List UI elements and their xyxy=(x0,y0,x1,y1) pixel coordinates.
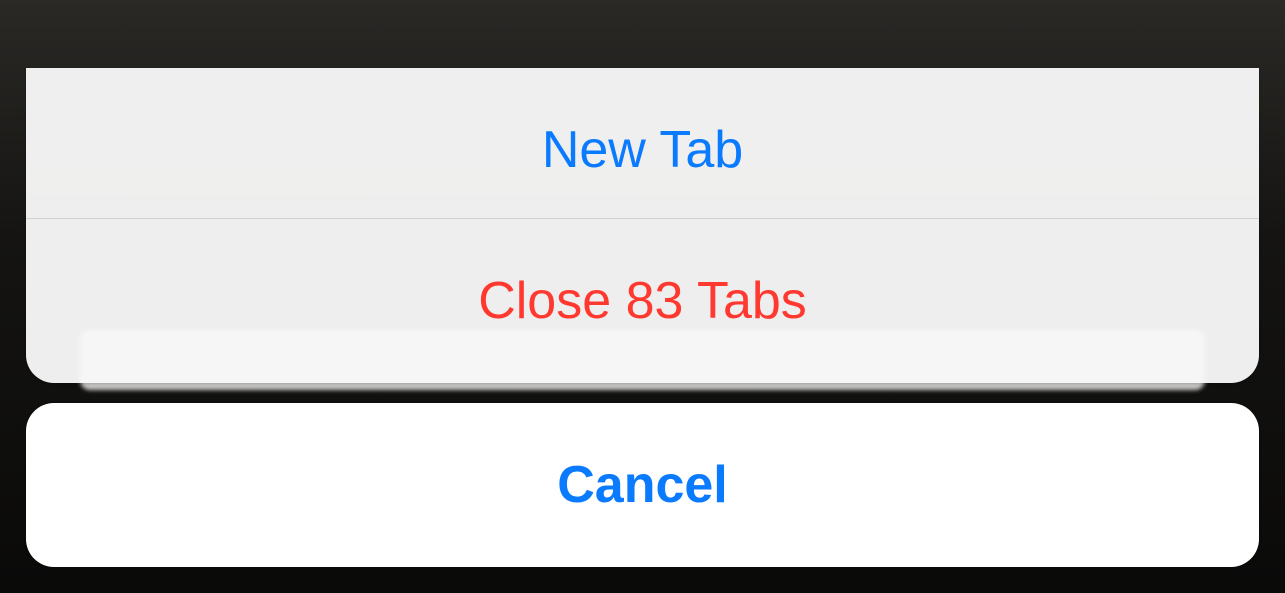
cancel-button[interactable]: Cancel xyxy=(26,403,1259,567)
action-sheet: New Tab Close 83 Tabs Cancel xyxy=(26,0,1259,593)
new-tab-button[interactable]: New Tab xyxy=(26,68,1259,218)
cancel-group: Cancel xyxy=(26,403,1259,567)
action-options-group: New Tab Close 83 Tabs xyxy=(26,68,1259,383)
close-all-tabs-button[interactable]: Close 83 Tabs xyxy=(26,219,1259,383)
